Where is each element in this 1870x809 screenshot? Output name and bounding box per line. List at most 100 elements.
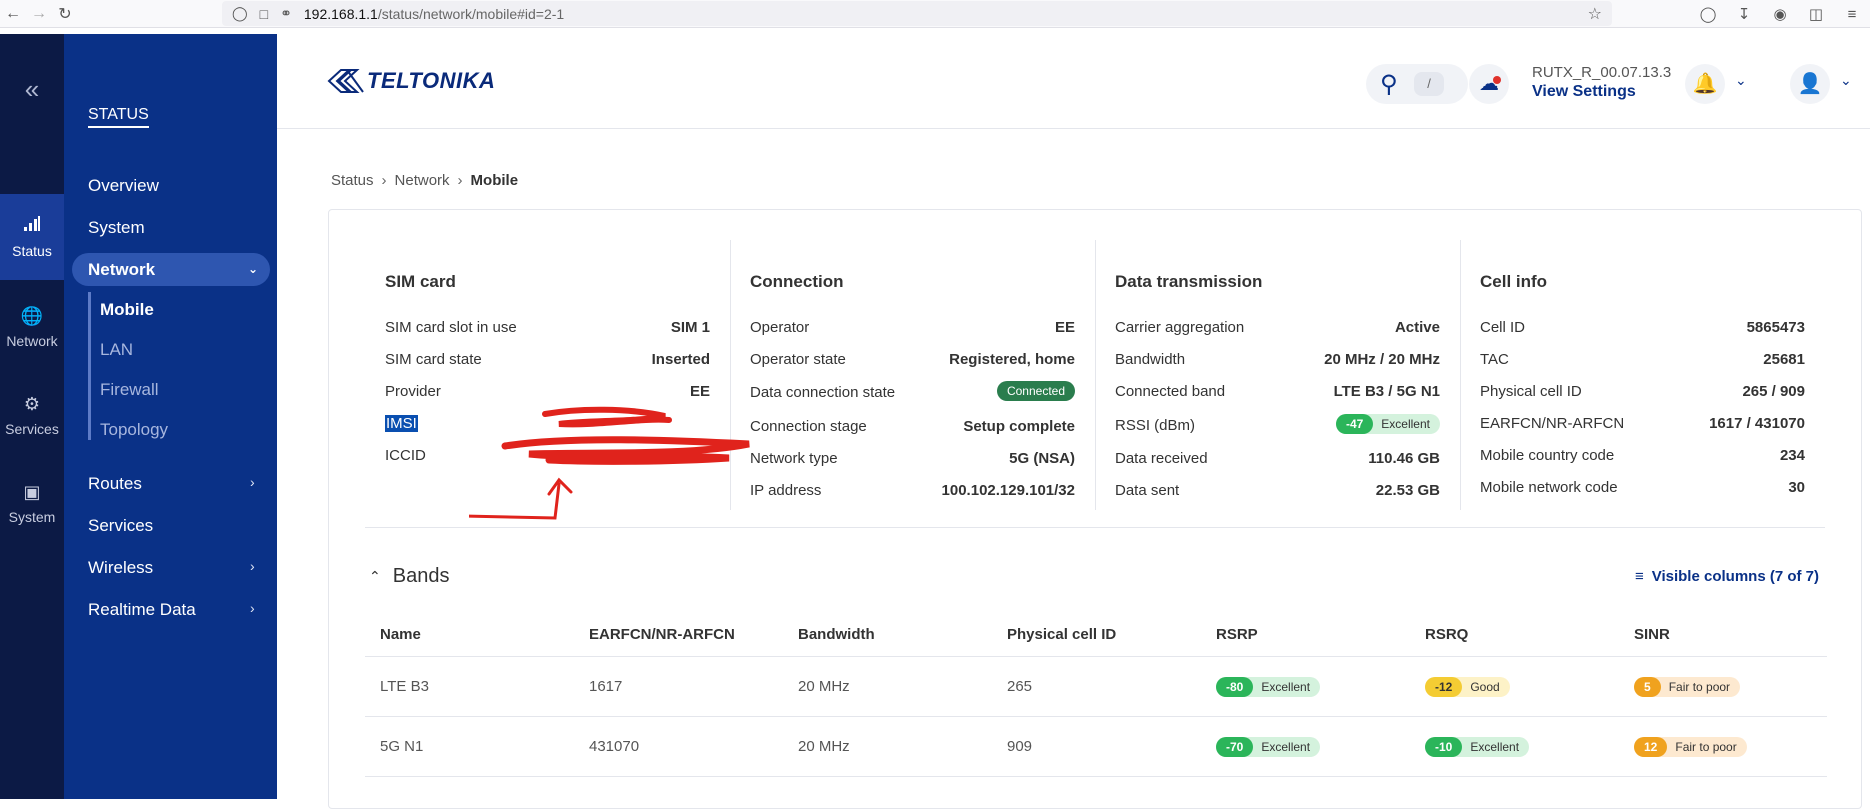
kv-row: Mobile network code 30 <box>1480 479 1805 499</box>
nav-item-services[interactable]: Services <box>88 516 153 536</box>
bookmark-star-icon[interactable]: ☆ <box>1588 4 1602 24</box>
url-text[interactable]: 192.168.1.1/status/network/mobile#id=2-1 <box>304 6 564 22</box>
extensions-icon[interactable]: ◫ <box>1798 5 1834 23</box>
kv-row: Mobile country code 234 <box>1480 447 1805 467</box>
kv-key: Mobile country code <box>1480 447 1615 464</box>
kv-value: EE <box>689 383 710 400</box>
signal-quality: Excellent <box>1381 417 1430 431</box>
kv-row: Carrier aggregation Active <box>1115 319 1440 339</box>
column-header[interactable]: Physical cell ID <box>1007 613 1116 656</box>
sinr-pill: 5 Fair to poor <box>1634 657 1741 716</box>
cloud-button[interactable]: ☁ <box>1469 64 1509 104</box>
nav-item-routes[interactable]: Routes › <box>88 474 278 494</box>
brand-name: TELTONIKA <box>367 68 496 93</box>
rail-item-status[interactable]: Status <box>0 194 64 280</box>
rail-label: Status <box>12 242 52 259</box>
nav-item-realtime-data[interactable]: Realtime Data › <box>88 600 278 620</box>
kv-value: 22.53 GB <box>1375 482 1440 499</box>
notifications-button[interactable]: 🔔 <box>1685 64 1725 104</box>
signal-icon <box>23 215 41 237</box>
kv-row: TAC 25681 <box>1480 351 1805 371</box>
pocket-icon[interactable]: ◯ <box>1690 5 1726 23</box>
band-bandwidth: 20 MHz <box>798 738 850 755</box>
menu-icon[interactable]: ≡ <box>1834 6 1870 23</box>
submenu-line <box>88 292 91 440</box>
signal-quality: Excellent <box>1470 739 1520 754</box>
breadcrumb-network[interactable]: Network <box>395 172 450 189</box>
nav-label: Wireless <box>88 558 154 577</box>
nav-subitem-topology[interactable]: Topology <box>100 420 168 440</box>
column-divider <box>1460 240 1461 510</box>
section-title: Data transmission <box>1115 272 1263 291</box>
browser-actions: ◯ ↧ ◉ ◫ ≡ <box>1690 0 1870 28</box>
column-header[interactable]: Name <box>380 613 421 656</box>
mobile-status-card: SIM card SIM card slot in use SIM 1 SIM c… <box>328 209 1862 809</box>
kv-key: Provider <box>385 383 441 400</box>
chevron-down-icon[interactable]: ⌄ <box>1840 72 1852 89</box>
collapse-icon[interactable]: « <box>0 74 64 105</box>
kv-row: Connected band LTE B3 / 5G N1 <box>1115 383 1440 403</box>
column-header[interactable]: EARFCN/NR-ARFCN <box>589 613 735 656</box>
back-icon[interactable]: ← <box>0 0 26 28</box>
brand-logo[interactable]: TELTONIKA <box>327 68 495 94</box>
kv-value: Inserted <box>651 351 710 368</box>
visible-columns-button[interactable]: ≡ Visible columns (7 of 7) <box>1635 568 1819 585</box>
kv-row: Network type 5G (NSA) <box>750 450 1075 470</box>
nav-item-system[interactable]: System <box>88 218 145 238</box>
table-row: LTE B3 1617 20 MHz 265 -80 Excellent -12 G… <box>365 657 1827 717</box>
nav-item-overview[interactable]: Overview <box>88 176 159 196</box>
view-settings-link[interactable]: View Settings <box>1532 83 1636 101</box>
nav-subitem-mobile[interactable]: Mobile <box>100 300 154 320</box>
kv-value: 1617 / 431070 <box>1709 415 1805 432</box>
kv-value: 5G (NSA) <box>1009 450 1075 467</box>
kv-row: Data sent 22.53 GB <box>1115 482 1440 502</box>
chevron-down-icon[interactable]: ⌄ <box>1735 72 1747 89</box>
bands-toggle[interactable]: ⌃ Bands <box>369 565 449 588</box>
kv-row: Operator EE <box>750 319 1075 339</box>
kv-value: Registered, home <box>949 351 1075 368</box>
column-header[interactable]: SINR <box>1634 613 1670 656</box>
globe-icon: 🌐 <box>20 305 44 326</box>
download-icon[interactable]: ↧ <box>1726 5 1762 23</box>
rssi-signal-pill: -47 Excellent <box>1335 414 1440 434</box>
signal-value: -80 <box>1216 676 1254 697</box>
rail-item-system[interactable]: ▣ System <box>0 460 64 546</box>
kv-value: 100.102.129.101/32 <box>941 482 1075 499</box>
breadcrumb-status[interactable]: Status <box>331 172 374 189</box>
address-bar[interactable]: ◯ □ ⚭ 192.168.1.1/status/network/mobile#… <box>222 1 1612 26</box>
kv-row: Data received 110.46 GB <box>1115 450 1440 470</box>
band-earfcn: 431070 <box>589 738 640 755</box>
nav-item-wireless[interactable]: Wireless › <box>88 558 278 578</box>
forward-icon[interactable]: → <box>26 0 52 28</box>
system-icon: ▣ <box>23 481 41 502</box>
key-icon[interactable]: ⚭ <box>280 5 292 22</box>
rail-item-services[interactable]: ⚙ Services <box>0 372 64 458</box>
nav-item-network[interactable]: Network ⌄ <box>72 253 270 286</box>
kv-row: IP address 100.102.129.101/32 <box>750 482 1075 502</box>
page-lock-icon[interactable]: □ <box>260 6 268 22</box>
band-pci: 909 <box>1007 738 1033 755</box>
rail-item-network[interactable]: 🌐 Network <box>0 284 64 370</box>
column-header[interactable]: Bandwidth <box>798 613 875 656</box>
reload-icon[interactable]: ↻ <box>52 0 78 28</box>
band-pci: 265 <box>1007 678 1033 695</box>
kv-row: SIM card state Inserted <box>385 351 710 371</box>
column-header[interactable]: RSRQ <box>1425 613 1468 656</box>
bands-title: Bands <box>392 565 450 587</box>
kv-value: LTE B3 / 5G N1 <box>1333 383 1440 400</box>
account-icon[interactable]: ◉ <box>1762 5 1798 23</box>
nav-subitem-lan[interactable]: LAN <box>100 340 133 360</box>
kv-key: RSSI (dBm) <box>1115 417 1196 434</box>
nav-subitem-firewall[interactable]: Firewall <box>100 380 159 400</box>
shield-icon[interactable]: ◯ <box>232 5 248 22</box>
kv-value: 5865473 <box>1746 319 1805 336</box>
kv-row: Bandwidth 20 MHz / 20 MHz <box>1115 351 1440 371</box>
chevron-right-icon: › <box>250 600 255 616</box>
data-transmission-section: Data transmission Carrier aggregation Act… <box>1095 240 1460 510</box>
search-button[interactable]: ⚲ / <box>1366 64 1468 104</box>
user-button[interactable]: 👤 <box>1790 64 1830 104</box>
column-header[interactable]: RSRP <box>1216 613 1258 656</box>
nav-label: Network <box>88 260 156 279</box>
chevron-up-icon: ⌃ <box>369 568 381 584</box>
section-title: SIM card <box>385 272 456 291</box>
